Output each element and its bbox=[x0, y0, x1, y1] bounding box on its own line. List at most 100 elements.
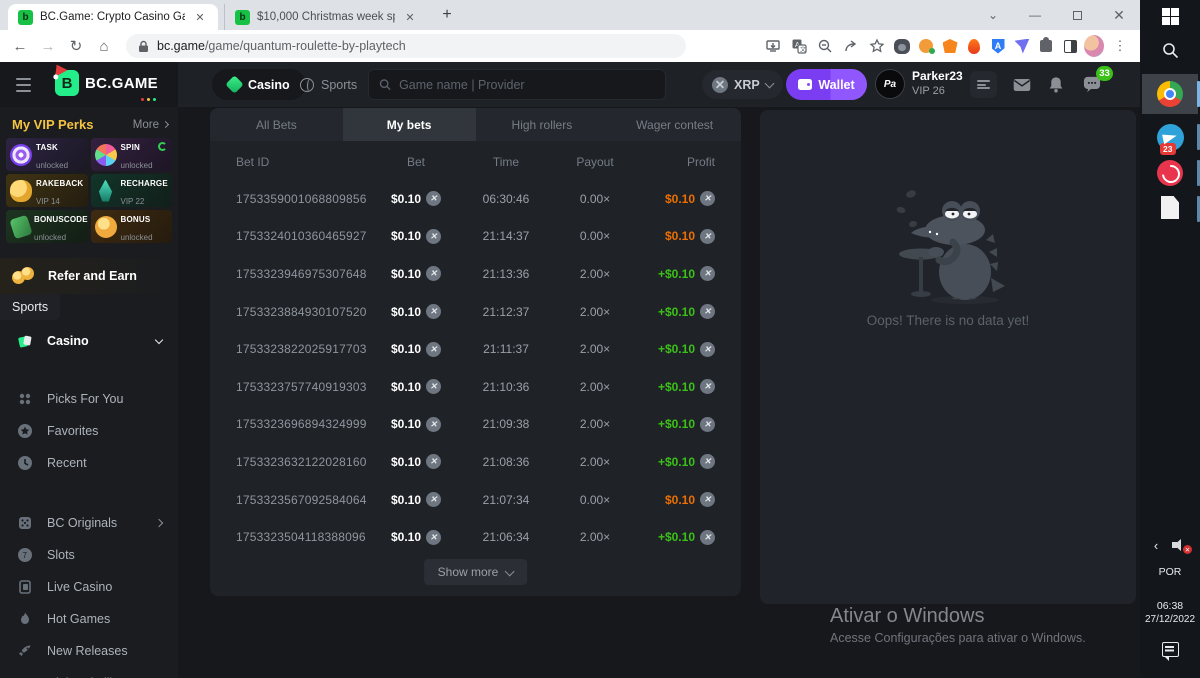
sidebar-item-recent[interactable]: Recent bbox=[0, 447, 178, 479]
extension-gorilla-icon[interactable] bbox=[892, 36, 912, 56]
col-bet: Bet bbox=[376, 155, 456, 169]
tab-my-bets[interactable]: My bets bbox=[343, 108, 476, 141]
table-row[interactable]: 1753323757740919303 $0.10 21:10:36 2.00×… bbox=[210, 368, 741, 406]
taskbar-telegram-button[interactable]: 23 bbox=[1140, 124, 1200, 151]
taskbar-red-app-button[interactable] bbox=[1140, 160, 1200, 186]
taskbar-chrome-button[interactable] bbox=[1142, 74, 1198, 114]
table-row[interactable]: 1753323567092584064 $0.10 21:07:34 0.00×… bbox=[210, 481, 741, 519]
bookmark-star-icon[interactable] bbox=[866, 35, 888, 57]
tab-close-icon[interactable]: ✕ bbox=[402, 9, 418, 25]
new-tab-button[interactable]: + bbox=[434, 2, 460, 28]
reading-mode-icon[interactable] bbox=[1060, 36, 1080, 56]
table-row[interactable]: 1753359001068809856 $0.10 06:30:46 0.00×… bbox=[210, 180, 741, 218]
sidebar-item-high-volatility[interactable]: High Volatility bbox=[0, 667, 178, 678]
extension-person-icon[interactable] bbox=[916, 36, 936, 56]
tab-wager-contest[interactable]: Wager contest bbox=[608, 108, 741, 141]
perk-card-bonuscode[interactable]: BONUSCODEunlocked bbox=[6, 210, 88, 243]
extensions-puzzle-icon[interactable] bbox=[1036, 36, 1056, 56]
sidebar-item-hot-games[interactable]: Hot Games bbox=[0, 603, 178, 635]
crocodile-illustration bbox=[873, 180, 1023, 305]
browser-tab-inactive[interactable]: b $10,000 Christmas week special ✕ bbox=[224, 4, 428, 30]
bet-time: 21:06:34 bbox=[456, 530, 556, 544]
extension-arrow-icon[interactable] bbox=[1012, 36, 1032, 56]
user-avatar[interactable]: Pa bbox=[875, 69, 905, 99]
browser-tab-active[interactable]: b BC.Game: Crypto Casino Games ✕ bbox=[8, 4, 218, 30]
table-row[interactable]: 1753323504118388096 $0.10 21:06:34 2.00×… bbox=[210, 518, 741, 556]
restore-button[interactable] bbox=[1056, 0, 1098, 30]
notifications-button[interactable] bbox=[1042, 71, 1069, 98]
refer-and-earn[interactable]: Refer and Earn bbox=[0, 258, 178, 294]
currency-selector[interactable]: ✕ XRP bbox=[702, 70, 783, 99]
sidebar-item-new-releases[interactable]: New Releases bbox=[0, 635, 178, 667]
taskbar-search-button[interactable] bbox=[1140, 42, 1200, 59]
sidebar-sports-tab[interactable]: Sports bbox=[0, 294, 60, 320]
spin-wheel-icon bbox=[95, 144, 117, 166]
share-icon[interactable] bbox=[840, 35, 862, 57]
tab-search-icon[interactable]: ⌄ bbox=[972, 0, 1014, 30]
table-row[interactable]: 1753323946975307648 $0.10 21:13:36 2.00×… bbox=[210, 255, 741, 293]
zoom-out-icon[interactable] bbox=[814, 35, 836, 57]
extension-metamask-icon[interactable] bbox=[940, 36, 960, 56]
profile-avatar[interactable] bbox=[1084, 36, 1104, 56]
user-meta[interactable]: Parker23 VIP 26 bbox=[912, 69, 963, 97]
table-body: 1753359001068809856 $0.10 06:30:46 0.00×… bbox=[210, 180, 741, 556]
table-row[interactable]: 1753323696894324999 $0.10 21:09:38 2.00×… bbox=[210, 406, 741, 444]
extension-shield-icon[interactable]: A bbox=[988, 36, 1008, 56]
vip-perks-more-link[interactable]: More bbox=[133, 119, 168, 131]
perk-card-recharge[interactable]: RECHARGEVIP 22 bbox=[91, 174, 173, 207]
perk-card-spin[interactable]: SPINunlocked bbox=[91, 138, 173, 171]
start-button[interactable] bbox=[1140, 8, 1200, 25]
wallet-icon bbox=[798, 79, 812, 90]
clock-date[interactable]: 27/12/2022 bbox=[1140, 614, 1200, 625]
install-icon[interactable] bbox=[762, 35, 784, 57]
bet-payout: 2.00× bbox=[556, 267, 634, 281]
bet-slip-button[interactable] bbox=[970, 71, 997, 98]
sidebar-item-live-casino[interactable]: Live Casino bbox=[0, 571, 178, 603]
chat-button[interactable]: 33 bbox=[1078, 71, 1105, 98]
address-bar[interactable]: bc.game/game/quantum-roulette-by-playtec… bbox=[126, 34, 686, 58]
table-row[interactable]: 1753323632122028160 $0.10 21:08:36 2.00×… bbox=[210, 443, 741, 481]
minimize-button[interactable]: — bbox=[1014, 0, 1056, 30]
reload-icon[interactable]: ↻ bbox=[64, 34, 88, 58]
sidebar-item-favorites[interactable]: Favorites bbox=[0, 415, 178, 447]
action-center-button[interactable] bbox=[1140, 642, 1200, 657]
tab-favicon: b bbox=[235, 10, 250, 25]
perk-card-bonus[interactable]: BONUSunlocked bbox=[91, 210, 173, 243]
extension-flame-icon[interactable] bbox=[964, 36, 984, 56]
hamburger-menu-icon[interactable] bbox=[12, 73, 36, 97]
translate-icon[interactable]: A文 bbox=[788, 35, 810, 57]
tab-all-bets[interactable]: All Bets bbox=[210, 108, 343, 141]
clock-time[interactable]: 06:38 bbox=[1140, 600, 1200, 612]
show-more-button[interactable]: Show more bbox=[424, 559, 528, 585]
language-indicator[interactable]: POR bbox=[1140, 566, 1200, 578]
sidebar-item-bc-originals[interactable]: BC Originals bbox=[0, 507, 178, 539]
bell-icon bbox=[1048, 76, 1064, 93]
home-icon[interactable]: ⌂ bbox=[92, 34, 116, 58]
nav-casino-button[interactable]: Casino bbox=[212, 69, 306, 100]
sidebar-item-slots[interactable]: 7 Slots bbox=[0, 539, 178, 571]
game-search[interactable] bbox=[368, 69, 666, 100]
table-row[interactable]: 1753323822025917703 $0.10 21:11:37 2.00×… bbox=[210, 330, 741, 368]
bet-profit: +$0.10 bbox=[658, 455, 695, 469]
browser-menu-icon[interactable]: ⋮ bbox=[1108, 34, 1132, 58]
search-input[interactable] bbox=[399, 78, 655, 92]
forward-icon[interactable]: → bbox=[36, 34, 60, 58]
back-icon[interactable]: ← bbox=[8, 34, 32, 58]
wallet-button[interactable]: Wallet bbox=[786, 69, 867, 100]
taskbar-notepad-button[interactable] bbox=[1140, 196, 1200, 219]
perk-card-task[interactable]: TASKunlocked bbox=[6, 138, 88, 171]
sidebar-item-picks-for-you[interactable]: Picks For You bbox=[0, 383, 178, 415]
close-button[interactable]: ✕ bbox=[1098, 0, 1140, 30]
volume-button[interactable]: ✕ bbox=[1150, 538, 1200, 552]
nav-sports-button[interactable]: Sports bbox=[300, 69, 357, 100]
tab-high-rollers[interactable]: High rollers bbox=[476, 108, 609, 141]
messages-button[interactable] bbox=[1008, 71, 1035, 98]
tab-close-icon[interactable]: ✕ bbox=[192, 9, 208, 25]
sidebar-item-casino[interactable]: Casino bbox=[0, 325, 178, 357]
site-logo[interactable]: B BC.GAME bbox=[55, 70, 158, 96]
bet-time: 21:12:37 bbox=[456, 305, 556, 319]
xrp-icon bbox=[700, 304, 715, 319]
perk-card-rakeback[interactable]: RAKEBACKVIP 14 bbox=[6, 174, 88, 207]
table-row[interactable]: 1753324010360465927 $0.10 21:14:37 0.00×… bbox=[210, 218, 741, 256]
table-row[interactable]: 1753323884930107520 $0.10 21:12:37 2.00×… bbox=[210, 293, 741, 331]
